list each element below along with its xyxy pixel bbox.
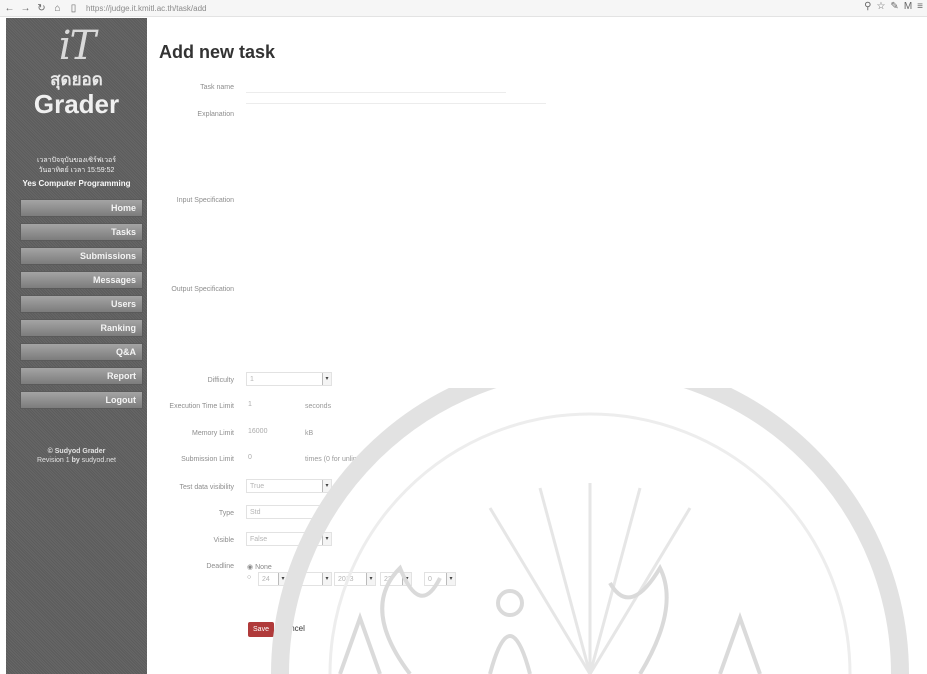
mail-icon[interactable]: M bbox=[904, 1, 912, 12]
university-seal-watermark bbox=[271, 388, 909, 674]
explanation-textarea[interactable] bbox=[246, 103, 546, 104]
menu-icon[interactable]: ≡ bbox=[917, 1, 923, 12]
sidebar-item-ranking[interactable]: Ranking bbox=[20, 319, 143, 337]
copyright: © Sudyod Grader Revision 1 by sudyod.net bbox=[6, 447, 147, 465]
author-link[interactable]: sudyod.net bbox=[82, 457, 116, 464]
seal-emblem bbox=[338, 563, 762, 674]
sidebar-item-users[interactable]: Users bbox=[20, 295, 143, 313]
tool-icon[interactable]: ✎ bbox=[890, 1, 898, 12]
course-name: Yes Computer Programming bbox=[22, 179, 131, 188]
extension-icon[interactable]: ⚲ bbox=[864, 1, 871, 12]
sidebar-item-logout[interactable]: Logout bbox=[20, 391, 143, 409]
sidebar-item-tasks[interactable]: Tasks bbox=[20, 223, 143, 241]
sidebar-menu: Home Tasks Submissions Messages Users Ra… bbox=[20, 199, 143, 415]
difficulty-value: 1 bbox=[250, 376, 254, 383]
difficulty-label: Difficulty bbox=[207, 377, 234, 384]
back-icon[interactable]: ← bbox=[3, 3, 16, 14]
browser-toolbar: ← → ↻ ⌂ ▯ https://judge.it.kmitl.ac.th/t… bbox=[0, 0, 927, 17]
input-spec-textarea[interactable] bbox=[246, 204, 546, 205]
clock-label: เวลาปัจจุบันของเซิร์ฟเวอร์ bbox=[37, 157, 116, 164]
home-icon[interactable]: ⌂ bbox=[51, 3, 64, 14]
difficulty-select[interactable]: 1 ▾ bbox=[246, 372, 332, 386]
sidebar-item-messages[interactable]: Messages bbox=[20, 271, 143, 289]
copyright-line: © Sudyod Grader bbox=[47, 448, 106, 455]
revision-line: Revision 1 by sudyod.net bbox=[6, 456, 147, 465]
chevron-down-icon: ▾ bbox=[322, 373, 331, 385]
clock-time: วันอาทิตย์ เวลา 15:59:52 bbox=[38, 167, 115, 174]
lock-icon: ▯ bbox=[70, 2, 77, 14]
forward-icon[interactable]: → bbox=[19, 3, 32, 14]
address-bar[interactable]: https://judge.it.kmitl.ac.th/task/add bbox=[86, 4, 207, 13]
revision-text: Revision 1 bbox=[36, 457, 70, 464]
input-spec-label: Input Specification bbox=[176, 197, 234, 204]
revision-by: by bbox=[71, 457, 80, 464]
logo-thai-text: สุดยอด bbox=[50, 70, 103, 89]
logo-grader-text: Grader bbox=[33, 89, 120, 119]
page-title: Add new task bbox=[159, 42, 276, 62]
sidebar-item-report[interactable]: Report bbox=[20, 367, 143, 385]
reload-icon[interactable]: ↻ bbox=[35, 3, 48, 14]
sidebar: iT สุดยอด Grader เวลาปัจจุบันของเซิร์ฟเว… bbox=[6, 18, 147, 674]
app-logo[interactable]: iT สุดยอด Grader bbox=[6, 24, 147, 118]
explanation-label: Explanation bbox=[197, 111, 234, 118]
output-spec-label: Output Specification bbox=[171, 286, 234, 293]
logo-it-mark: iT bbox=[58, 23, 96, 69]
sidebar-item-home[interactable]: Home bbox=[20, 199, 143, 217]
sidebar-item-qa[interactable]: Q&A bbox=[20, 343, 143, 361]
output-spec-textarea[interactable] bbox=[246, 292, 546, 293]
task-name-input[interactable] bbox=[246, 92, 506, 93]
star-icon[interactable]: ☆ bbox=[876, 1, 885, 12]
sidebar-item-submissions[interactable]: Submissions bbox=[20, 247, 143, 265]
server-clock: เวลาปัจจุบันของเซิร์ฟเวอร์ วันอาทิตย์ เว… bbox=[6, 156, 147, 176]
task-name-label: Task name bbox=[200, 84, 234, 91]
